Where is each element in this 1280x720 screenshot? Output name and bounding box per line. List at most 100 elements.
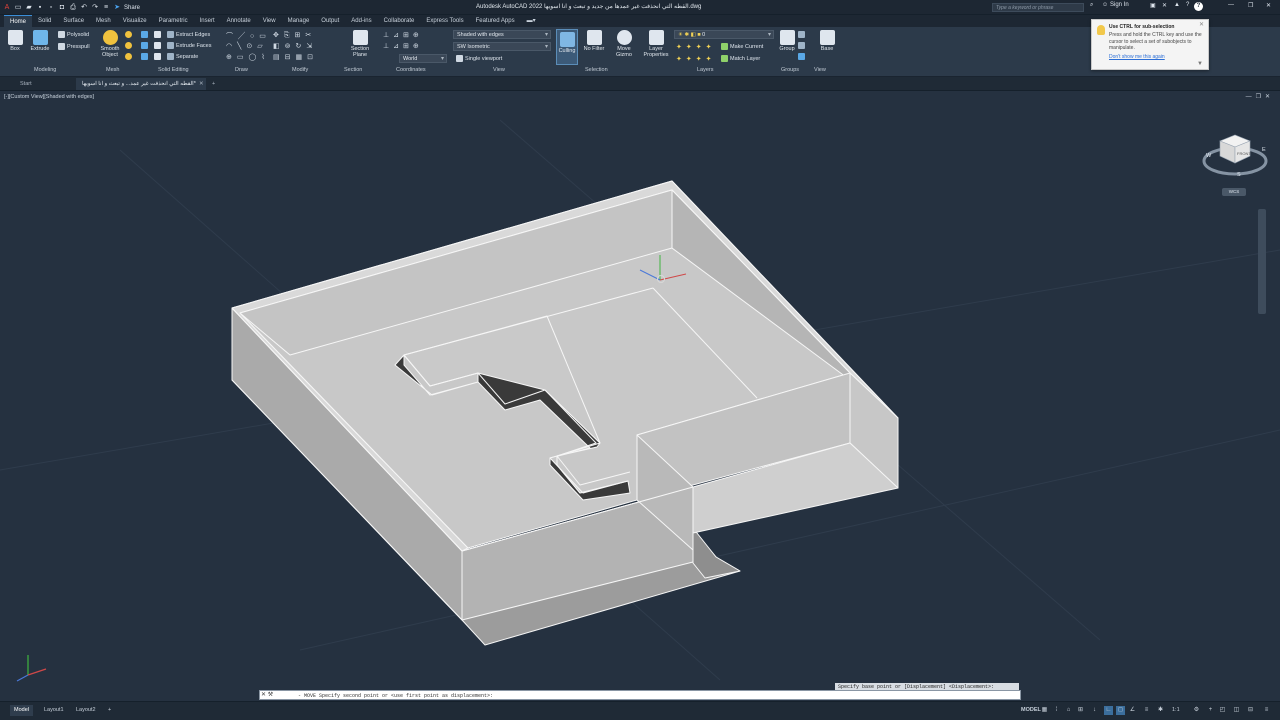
tab-start[interactable]: Start [14, 78, 38, 90]
panel-label-mesh[interactable]: Mesh [106, 67, 119, 73]
make-current-button[interactable]: Make Current [721, 43, 763, 50]
tab-surface[interactable]: Surface [57, 15, 90, 27]
extract-edges-button[interactable]: Extract Edges [167, 31, 210, 38]
culling-button[interactable]: Culling [556, 29, 578, 65]
move-gizmo-button[interactable]: Move Gizmo [612, 30, 636, 58]
redo-icon[interactable]: ↷ [91, 4, 99, 12]
command-line-buttons[interactable]: ✕ ⚒ [261, 691, 273, 698]
chevron-down-icon[interactable]: ▼ [1197, 61, 1203, 67]
help-circle-icon[interactable]: ? [1194, 2, 1203, 11]
cart-icon[interactable]: ▣ [1150, 2, 1156, 9]
viewport-label[interactable]: [-][Custom View][Shaded with edges] [4, 94, 94, 100]
draw-tools-row-1[interactable]: ⌒╱○▭ [226, 31, 271, 41]
annotation-icon[interactable]: ✱ [1156, 706, 1165, 715]
tab-annotate[interactable]: Annotate [221, 15, 257, 27]
box-button[interactable]: Box [5, 30, 25, 52]
tab-home[interactable]: Home [4, 15, 33, 27]
3d-model[interactable] [0, 91, 1280, 687]
tab-parametric[interactable]: Parametric [153, 15, 194, 27]
user-icon[interactable]: ☺ [1102, 2, 1108, 8]
layer-tools-row-2[interactable]: ✦✦✦✦ [676, 55, 715, 63]
panel-label-coordinates[interactable]: Coordinates [396, 67, 426, 73]
undo-icon[interactable]: ↶ [80, 4, 88, 12]
share-button[interactable]: Share [124, 5, 140, 11]
presspull-button[interactable]: Presspull [58, 43, 90, 50]
infer-icon[interactable]: ⌂ [1064, 706, 1073, 715]
save-as-icon[interactable]: ▫ [47, 4, 55, 12]
autocad-logo-icon[interactable]: A [3, 4, 11, 12]
modify-tools-row-2[interactable]: ◧⊚↻⇲ [273, 42, 317, 50]
restore-button[interactable]: ❐ [1248, 2, 1253, 9]
panel-label-groups[interactable]: Groups [781, 67, 799, 73]
panel-label-modeling[interactable]: Modeling [34, 67, 56, 73]
grid-icon[interactable]: ▦ [1040, 706, 1049, 715]
help-icon[interactable]: ? [1186, 2, 1189, 8]
new-file-icon[interactable]: ▭ [14, 4, 22, 12]
modify-tools-row-1[interactable]: ✥⎘⊞✂ [273, 31, 316, 40]
no-filter-button[interactable]: No Filter [582, 30, 606, 52]
visual-style-dropdown[interactable]: Shaded with edges [453, 30, 551, 39]
tab-layout2[interactable]: Layout2 [72, 705, 100, 716]
navigation-bar[interactable] [1258, 209, 1266, 314]
tab-add-ins[interactable]: Add-ins [345, 15, 377, 27]
minimize-button[interactable]: — [1228, 2, 1234, 8]
workspace-icon[interactable]: ≡ [102, 4, 110, 12]
sign-in-button[interactable]: Sign In [1110, 2, 1129, 8]
viewport-window-controls[interactable]: —❐✕ [1246, 93, 1274, 100]
ribbon-options-icon[interactable]: ▬▾ [521, 15, 542, 27]
layer-tools-row-1[interactable]: ✦✦✦✦ [676, 43, 715, 51]
tab-drawing[interactable]: القطه التي انحذفت غير عمد... و تبعث و ان… [76, 78, 206, 90]
osnap-icon[interactable]: ◻ [1116, 706, 1125, 715]
ucs-tools-row-1[interactable]: ⊥⊿⊞⊕ [383, 31, 423, 39]
tab-express-tools[interactable]: Express Tools [420, 15, 469, 27]
extrude-faces-button[interactable]: Extrude Faces [167, 42, 211, 49]
viewport-config-button[interactable]: Single viewport [456, 55, 502, 62]
mesh-tool-2[interactable] [125, 42, 134, 49]
dont-show-again-link[interactable]: Don't show me this again [1109, 54, 1203, 60]
union-button[interactable] [141, 31, 150, 38]
open-folder-icon[interactable]: ▰ [25, 4, 33, 12]
match-layer-button[interactable]: Match Layer [721, 55, 760, 62]
print-icon[interactable]: ⎙ [69, 4, 77, 12]
intersect-button[interactable] [141, 53, 150, 60]
draw-tools-row-3[interactable]: ⊕▭◯⌇ [226, 53, 270, 61]
close-icon[interactable]: ✕ [1199, 22, 1204, 28]
group-tool-2[interactable] [798, 42, 807, 49]
lineweight-icon[interactable]: ≡ [1142, 706, 1151, 715]
panel-label-selection[interactable]: Selection [585, 67, 608, 73]
otrack-icon[interactable]: ∠ [1128, 706, 1137, 715]
drawing-viewport[interactable]: [-][Custom View][Shaded with edges] —❐✕ … [0, 91, 1280, 687]
tab-collaborate[interactable]: Collaborate [378, 15, 421, 27]
group-button[interactable]: Group [777, 30, 797, 52]
customize-icon[interactable]: ≡ [1262, 706, 1271, 715]
ucs-tools-row-2[interactable]: ⊥⊿⊞⊕ [383, 42, 423, 50]
layer-properties-button[interactable]: Layer Properties [642, 30, 670, 58]
exchange-icon[interactable]: ✕ [1162, 2, 1167, 9]
smooth-object-button[interactable]: Smooth Object [99, 30, 121, 58]
add-layout-icon[interactable]: + [104, 705, 115, 716]
wcs-menu[interactable]: WCS [1222, 188, 1246, 196]
tab-layout1[interactable]: Layout1 [40, 705, 68, 716]
plus-icon[interactable]: + [1206, 706, 1215, 715]
dynamic-input-icon[interactable]: ⊞ [1076, 706, 1085, 715]
slice-button[interactable] [154, 31, 163, 38]
tab-model[interactable]: Model [10, 705, 33, 716]
share-icon[interactable]: ➤ [113, 4, 121, 12]
panel-label-view[interactable]: View [493, 67, 505, 73]
panel-label-section[interactable]: Section [344, 67, 362, 73]
compass-west[interactable]: W [1206, 153, 1212, 159]
tab-view[interactable]: View [257, 15, 282, 27]
draw-tools-row-2[interactable]: ◠╲⊙▱ [226, 42, 268, 50]
group-tool-1[interactable] [798, 31, 807, 38]
tab-solid[interactable]: Solid [32, 15, 57, 27]
ortho-icon[interactable]: ↓ [1090, 706, 1099, 715]
search-input[interactable]: Type a keyword or phrase [992, 3, 1084, 12]
autodesk-icon[interactable]: ▲ [1174, 2, 1180, 8]
polysolid-button[interactable]: Polysolid [58, 31, 89, 38]
tab-featured-apps[interactable]: Featured Apps [470, 15, 521, 27]
section-plane-button[interactable]: Section Plane [347, 30, 373, 58]
tab-manage[interactable]: Manage [282, 15, 316, 27]
polar-icon[interactable]: ∟ [1104, 706, 1113, 715]
panel-label-solid-editing[interactable]: Solid Editing [158, 67, 189, 73]
compass-south[interactable]: S [1237, 172, 1241, 178]
